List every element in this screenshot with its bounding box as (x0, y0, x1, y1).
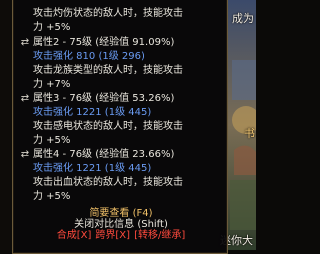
attribute-2-title: 属性2 - 75级 (经验值 91.09%) (33, 37, 175, 48)
attribute-2-effect-line-2: 力 +7% (33, 79, 71, 90)
intro-effect-line-1: 攻击灼伤状态的敌人时，技能攻击 (33, 8, 183, 19)
intro-effect-line-2: 力 +5% (33, 22, 71, 33)
attribute-4-title: 属性4 - 76级 (经验值 23.66%) (33, 149, 175, 160)
action-row: 合成[X] 跨界[X] [转移/继承] (13, 229, 229, 243)
item-tooltip: 攻击灼伤状态的敌人时，技能攻击 力 +5% ⇄ 属性2 - 75级 (经验值 9… (12, 0, 228, 254)
shuffle-icon: ⇄ (20, 37, 30, 48)
attribute-3-enhance: 攻击强化 1221 (1级 445) (33, 107, 152, 118)
attribute-3-effect-line-1: 攻击感电状态的敌人时，技能攻击 (33, 121, 183, 132)
attribute-3-title: 属性3 - 76级 (经验值 53.26%) (33, 93, 175, 104)
inherit-button[interactable]: [转移/继承] (134, 230, 185, 241)
scene-text-middle: 书 (244, 127, 255, 140)
shuffle-icon: ⇄ (20, 149, 30, 160)
attribute-4-enhance: 攻击强化 1221 (1级 445) (33, 163, 152, 174)
attribute-4-effect-line-2: 力 +5% (33, 191, 71, 202)
shuffle-icon: ⇄ (20, 93, 30, 104)
scene-text-top: 成为 (232, 12, 254, 25)
attribute-3-effect-line-2: 力 +5% (33, 135, 71, 146)
cross-world-button[interactable]: 跨界[X] (95, 230, 130, 241)
compose-button[interactable]: 合成[X] (57, 230, 92, 241)
attribute-2-effect-line-1: 攻击龙族类型的敌人时，技能攻击 (33, 65, 183, 76)
attribute-4-effect-line-1: 攻击出血状态的敌人时，技能攻击 (33, 177, 183, 188)
attribute-2-enhance: 攻击强化 810 (1级 296) (33, 51, 145, 62)
